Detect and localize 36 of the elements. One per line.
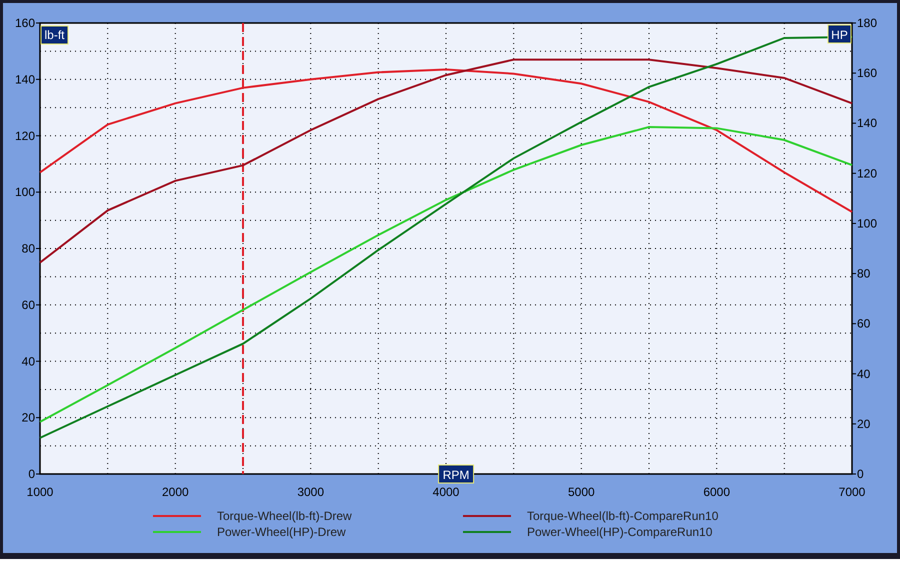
tick-label: 2000 [162,485,189,499]
tick-label: 20 [22,410,35,425]
tick-label: 0 [28,467,35,481]
tick-label: 100 [14,185,35,200]
y2-axis-title: HP [831,28,848,42]
y-axis-title: lb-ft [44,28,66,42]
tick-label: 7000 [838,485,866,499]
legend-label: Power-Wheel(HP)-CompareRun10 [527,524,712,538]
legend-label: Torque-Wheel(lb-ft)-CompareRun10 [527,508,718,522]
tick-label: 5000 [568,485,595,499]
x-axis-title: RPM [442,468,470,482]
tick-label: 20 [857,416,870,431]
tick-label: 80 [857,266,870,281]
tick-label: 180 [857,16,878,30]
tick-label: 120 [857,166,878,180]
legend-label: Torque-Wheel(lb-ft)-Drew [217,508,352,522]
tick-label: 160 [14,16,35,30]
tick-label: 80 [22,242,35,256]
tick-label: 1000 [26,485,54,499]
tick-label: 40 [857,366,870,381]
tick-label: 140 [14,72,35,86]
tick-label: 4000 [432,485,460,499]
axis-label: HP [828,24,852,44]
legend-label: Power-Wheel(HP)-Drew [217,524,346,538]
tick-label: 0 [857,467,864,481]
axis-label: RPM [438,464,474,484]
tick-label: 140 [857,116,878,130]
tick-label: 40 [22,354,35,368]
tick-label: 120 [14,128,35,143]
tick-label: 100 [857,216,878,230]
tick-label: 6000 [703,485,730,499]
tick-label: 3000 [297,485,324,499]
tick-label: 160 [857,66,878,80]
tick-label: 60 [857,316,870,331]
tick-label: 60 [22,298,35,312]
axis-label: lb-ft [40,26,68,44]
